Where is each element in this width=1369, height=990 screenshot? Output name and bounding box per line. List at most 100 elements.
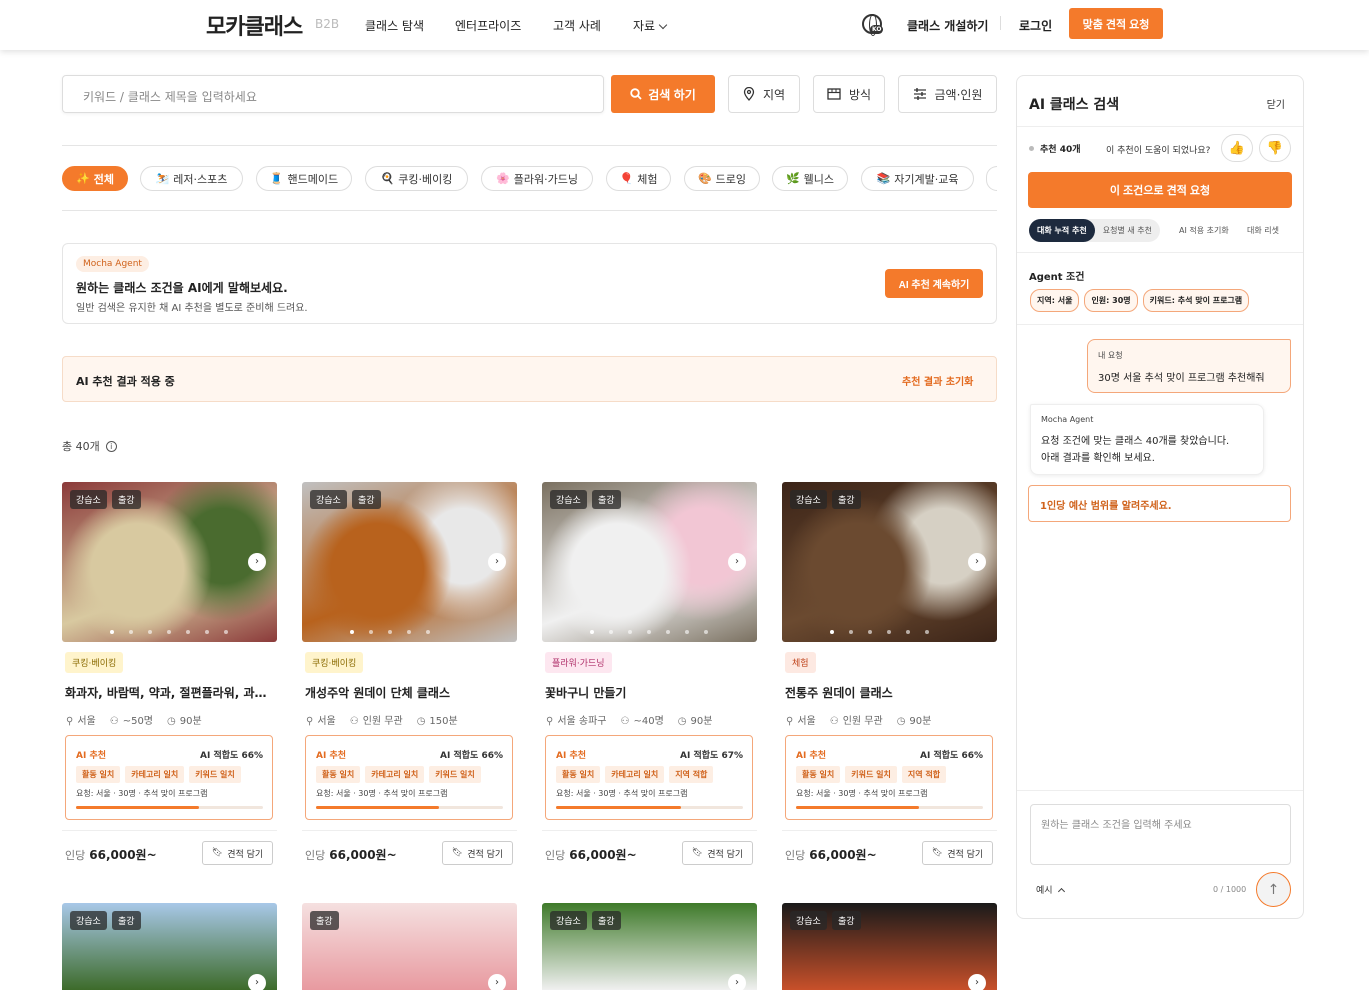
card-image[interactable]: 강습소 출강 › <box>542 482 757 642</box>
category-chip-all[interactable]: ✨ 전체 <box>62 166 128 191</box>
open-class-link[interactable]: 클래스 개설하기 <box>907 17 988 34</box>
carousel-dot[interactable] <box>186 630 190 634</box>
class-card[interactable]: 강습소 출강 › <box>62 903 277 990</box>
carousel-dot[interactable] <box>647 630 651 634</box>
category-chip-drawing[interactable]: 🎨 드로잉 <box>684 166 760 191</box>
carousel-dot[interactable] <box>685 630 689 634</box>
add-to-quote-button[interactable]: 🔖︎ 견적 담기 <box>442 841 513 865</box>
region-filter-button[interactable]: 지역 <box>728 75 800 113</box>
class-card[interactable]: 강습소 출강 › 쿠킹·베이킹 개성주악 원데이 단체 클래스 ⚲ 서울 ⚇ 인원 무… <box>302 482 517 872</box>
info-icon[interactable]: i <box>105 440 117 452</box>
carousel-dot[interactable] <box>148 630 152 634</box>
store-icon <box>827 88 841 100</box>
chevron-right-icon[interactable]: › <box>968 553 986 571</box>
carousel-dot[interactable] <box>830 630 834 634</box>
category-chip-flower[interactable]: 🌸 플라워·가드닝 <box>481 166 593 191</box>
chevron-right-icon[interactable]: › <box>488 553 506 571</box>
add-to-quote-button[interactable]: 🔖︎ 견적 담기 <box>202 841 273 865</box>
category-chip-cooking[interactable]: 🍳 쿠킹·베이킹 <box>365 166 468 191</box>
category-chip-leisure[interactable]: ⛷️ 레저·스포츠 <box>140 166 243 191</box>
nav-customer-cases[interactable]: 고객 사례 <box>553 17 601 34</box>
ai-request-summary: 요청: 서울 · 30명 · 추석 맞이 프로그램 <box>316 789 448 798</box>
quote-request-button[interactable]: 맞춤 견적 요청 <box>1069 8 1163 39</box>
mode-cumulative[interactable]: 대화 누적 추천 <box>1029 219 1095 242</box>
agent-question[interactable]: 1인당 예산 범위를 알려주세요. <box>1028 485 1291 522</box>
thumbs-down-icon[interactable]: 👎 <box>1259 134 1291 162</box>
chat-input[interactable]: 원하는 클래스 조건을 입력해 주세요 <box>1030 804 1291 865</box>
price-people-filter-button[interactable]: 금액·인원 <box>898 75 997 113</box>
carousel-dot[interactable] <box>224 630 228 634</box>
chevron-right-icon[interactable]: › <box>728 974 746 990</box>
carousel-dot[interactable] <box>666 630 670 634</box>
chevron-right-icon[interactable]: › <box>728 553 746 571</box>
chevron-right-icon[interactable]: › <box>248 553 266 571</box>
reset-recommend-link[interactable]: 추천 결과 초기화 <box>902 373 973 388</box>
card-title[interactable]: 개성주악 원데이 단체 클래스 <box>305 684 517 701</box>
carousel-dot[interactable] <box>426 630 430 634</box>
carousel-dot[interactable] <box>704 630 708 634</box>
nav-enterprise[interactable]: 엔터프라이즈 <box>455 17 521 34</box>
category-chip-wellness[interactable]: 🌿 웰니스 <box>772 166 848 191</box>
panel-close-button[interactable]: 닫기 <box>1267 96 1285 111</box>
search-button[interactable]: 검색 하기 <box>611 75 715 113</box>
carousel-dot[interactable] <box>906 630 910 634</box>
carousel-dot[interactable] <box>110 630 114 634</box>
card-title[interactable]: 꽃바구니 만들기 <box>545 684 757 701</box>
card-image[interactable]: 강습소 출강 › <box>782 903 997 990</box>
condition-chip[interactable]: 인원: 30명 <box>1084 289 1138 312</box>
carousel-dot[interactable] <box>609 630 613 634</box>
class-card[interactable]: 출강 › <box>302 903 517 990</box>
card-title[interactable]: 전통주 원데이 클래스 <box>785 684 997 701</box>
add-to-quote-button[interactable]: 🔖︎ 견적 담기 <box>682 841 753 865</box>
reset-chat-link[interactable]: 대화 리셋 <box>1247 225 1279 236</box>
carousel-dot[interactable] <box>407 630 411 634</box>
mode-per-request[interactable]: 요청별 새 추천 <box>1095 219 1160 242</box>
card-image[interactable]: 강습소 출강 › <box>542 903 757 990</box>
card-image[interactable]: 강습소 출강 › <box>302 482 517 642</box>
nav-resources[interactable]: 자료 <box>633 17 668 34</box>
carousel-dot[interactable] <box>129 630 133 634</box>
class-card[interactable]: 강습소 출강 › 체험 전통주 원데이 클래스 ⚲ 서울 ⚇ 인원 무관 ◷ 90분 A… <box>782 482 997 872</box>
add-to-quote-button[interactable]: 🔖︎ 견적 담기 <box>922 841 993 865</box>
logo[interactable]: 모카클래스 <box>206 9 303 41</box>
condition-chip[interactable]: 지역: 서울 <box>1030 289 1080 312</box>
card-image[interactable]: 출강 › <box>302 903 517 990</box>
category-chip-handmade[interactable]: 🧵 핸드메이드 <box>256 166 352 191</box>
quote-with-conditions-button[interactable]: 이 조건으로 견적 요청 <box>1028 172 1292 208</box>
carousel-dot[interactable] <box>167 630 171 634</box>
class-card[interactable]: 강습소 출강 › <box>782 903 997 990</box>
carousel-dot[interactable] <box>849 630 853 634</box>
chevron-right-icon[interactable]: › <box>968 974 986 990</box>
nav-class-explore[interactable]: 클래스 탐색 <box>365 17 424 34</box>
card-image[interactable]: 강습소 출강 › <box>782 482 997 642</box>
class-card[interactable]: 강습소 출강 › 쿠킹·베이킹 화과자, 바람떡, 약과, 절편플라워, 과일찹쌀… <box>62 482 277 872</box>
card-title[interactable]: 화과자, 바람떡, 약과, 절편플라워, 과일찹쌀떡 만들기 <box>65 684 277 701</box>
examples-toggle[interactable]: 예시 <box>1036 883 1065 896</box>
condition-chip[interactable]: 키워드: 추석 맞이 프로그램 <box>1142 289 1250 312</box>
carousel-dot[interactable] <box>388 630 392 634</box>
method-filter-button[interactable]: 방식 <box>813 75 885 113</box>
send-button[interactable]: ↑ <box>1256 872 1291 907</box>
chevron-right-icon[interactable]: › <box>488 974 506 990</box>
card-image[interactable]: 강습소 출강 › <box>62 482 277 642</box>
search-input[interactable]: 키워드 / 클래스 제목을 입력하세요 <box>62 75 604 113</box>
category-chip-experience[interactable]: 🎈 체험 <box>606 166 671 191</box>
continue-ai-recommend-button[interactable]: AI 추천 계속하기 <box>885 269 983 298</box>
carousel-dot[interactable] <box>887 630 891 634</box>
carousel-dot[interactable] <box>205 630 209 634</box>
class-card[interactable]: 강습소 출강 › 플라워·가드닝 꽃바구니 만들기 ⚲ 서울 송파구 ⚇ ~40명 ◷… <box>542 482 757 872</box>
carousel-dot[interactable] <box>369 630 373 634</box>
carousel-dot[interactable] <box>925 630 929 634</box>
chevron-right-icon[interactable]: › <box>248 974 266 990</box>
login-link[interactable]: 로그인 <box>1019 17 1052 34</box>
category-chip-education[interactable]: 📚 자기계발·교육 <box>861 166 974 191</box>
category-chip-overflow[interactable] <box>986 166 997 191</box>
carousel-dot[interactable] <box>590 630 594 634</box>
carousel-dot[interactable] <box>628 630 632 634</box>
thumbs-up-icon[interactable]: 👍 <box>1221 134 1253 162</box>
card-image[interactable]: 강습소 출강 › <box>62 903 277 990</box>
carousel-dot[interactable] <box>868 630 872 634</box>
carousel-dot[interactable] <box>350 630 354 634</box>
reset-ai-link[interactable]: AI 적용 초기화 <box>1179 225 1229 236</box>
class-card[interactable]: 강습소 출강 › <box>542 903 757 990</box>
